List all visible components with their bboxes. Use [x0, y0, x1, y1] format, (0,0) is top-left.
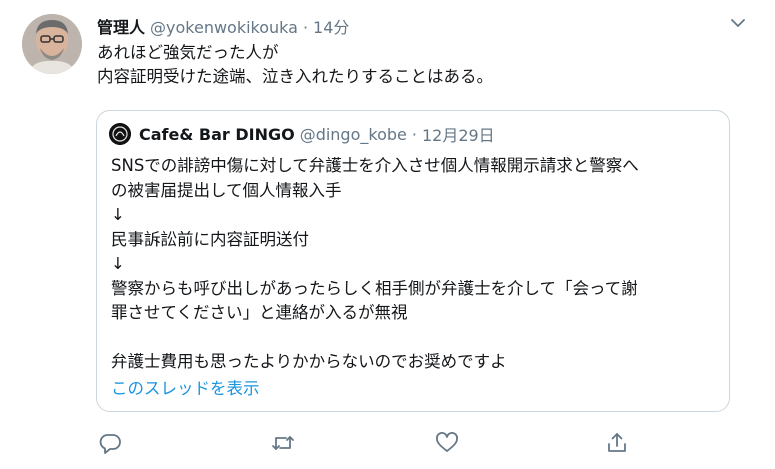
quoted-user-handle: @dingo_kobe [299, 124, 407, 144]
tweet-text-line: 内容証明受けた途端、泣き入れたりすることはある。 [97, 67, 493, 86]
user-handle[interactable]: @yokenwokikouka [150, 18, 298, 37]
tweet-text: あれほど強気だった人が 内容証明受けた途端、泣き入れたりすることはある。 [97, 41, 737, 89]
quoted-avatar [109, 123, 131, 145]
separator-dot: · [302, 18, 309, 37]
quoted-text-line: 罪させてください」と連絡が入るが無視 [111, 303, 408, 322]
tweet-header: 管理人 @yokenwokikouka · 14分 [97, 14, 349, 38]
quoted-tweet-text: SNSでの誹謗中傷に対して弁護士を介入させ個人情報開示請求と警察へ の被害届提出… [111, 154, 721, 375]
chevron-down-icon[interactable] [727, 12, 749, 34]
display-name[interactable]: 管理人 [97, 14, 145, 38]
quoted-text-line: 弁護士費用も思ったよりかからないのでお奨めですよ [111, 352, 507, 371]
tweet-text-line: あれほど強気だった人が [97, 43, 279, 62]
quoted-text-line: 警察からも呼び出しがあったらしく相手側が弁護士を介して「会って謝 [111, 278, 638, 298]
retweet-icon[interactable] [270, 430, 296, 456]
quoted-text-line: ↓ [111, 205, 125, 224]
avatar[interactable] [22, 14, 82, 74]
quoted-display-name: Cafe& Bar DINGO [139, 124, 295, 144]
quoted-tweet[interactable]: Cafe& Bar DINGO @dingo_kobe · 12月29日 SNS… [96, 110, 730, 412]
quoted-text-line: ↓ [111, 254, 125, 273]
quoted-text-line [111, 326, 721, 351]
share-icon[interactable] [604, 430, 630, 456]
quoted-text-line: 民事訴訟前に内容証明送付 [111, 229, 309, 249]
reply-icon[interactable] [97, 430, 123, 456]
quoted-date: 12月29日 [421, 126, 495, 145]
quoted-text-line: の被害届提出して個人情報入手 [111, 180, 342, 200]
quoted-tweet-header: Cafe& Bar DINGO @dingo_kobe · 12月29日 [109, 123, 495, 145]
heart-icon[interactable] [434, 430, 460, 456]
show-thread-link[interactable]: このスレッドを表示 [111, 375, 260, 399]
separator-dot: · [411, 124, 417, 144]
tweet-actions [0, 430, 775, 460]
quoted-text-line: SNSでの誹謗中傷に対して弁護士を介入させ個人情報開示請求と警察へ [111, 156, 639, 175]
tweet: 管理人 @yokenwokikouka · 14分 あれほど強気だった人が 内容… [0, 0, 775, 469]
timestamp[interactable]: 14分 [313, 14, 349, 38]
